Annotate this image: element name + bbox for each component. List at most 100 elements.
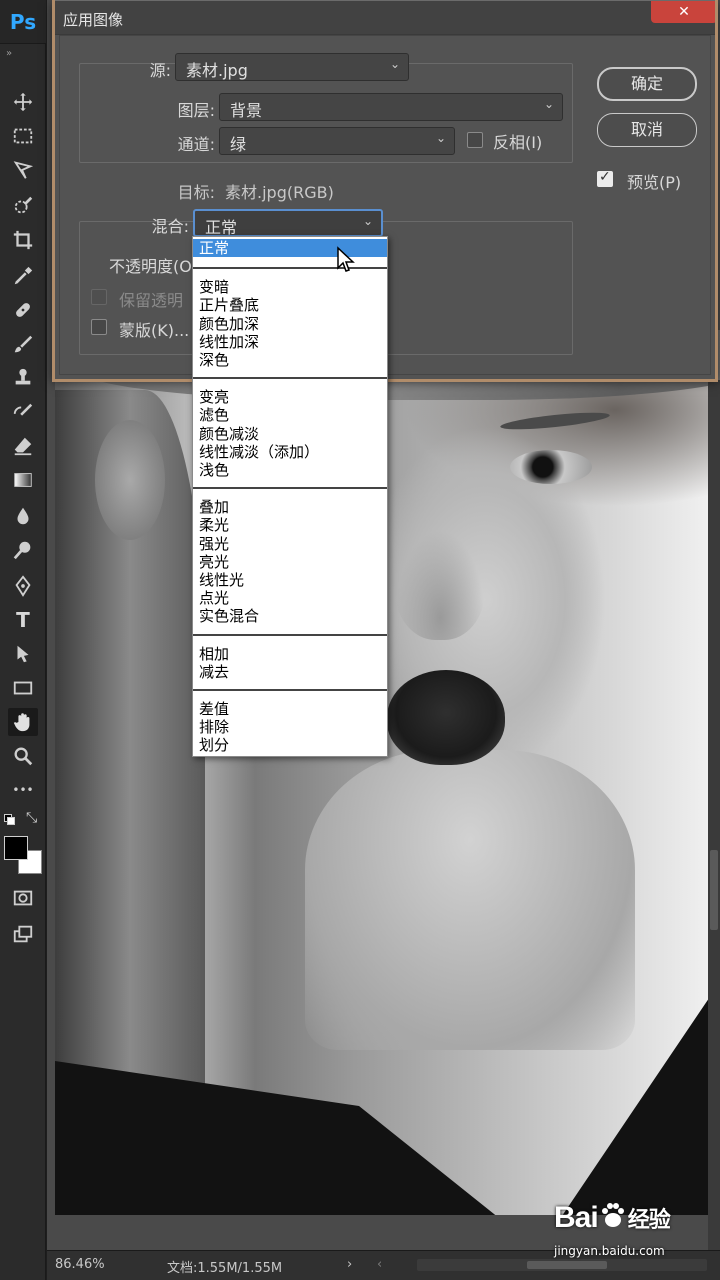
clone-stamp-tool-icon[interactable] — [8, 364, 38, 392]
invert-checkbox[interactable] — [467, 132, 483, 148]
healing-brush-tool-icon[interactable] — [8, 296, 38, 324]
eraser-tool-icon[interactable] — [8, 432, 38, 460]
blend-mode-option[interactable]: 亮光 — [193, 553, 387, 571]
blend-mode-option[interactable]: 线性加深 — [193, 333, 387, 351]
blend-mode-option[interactable]: 相加 — [193, 645, 387, 663]
pen-tool-icon[interactable] — [8, 572, 38, 600]
blur-tool-icon[interactable] — [8, 502, 38, 530]
chevron-down-icon: ⌄ — [543, 97, 554, 111]
ok-button[interactable]: 确定 — [597, 67, 697, 101]
dropdown-separator — [193, 487, 387, 490]
preview-label[interactable]: 预览(P) — [627, 169, 681, 193]
blend-mode-option[interactable]: 正片叠底 — [193, 296, 387, 314]
path-selection-tool-icon[interactable] — [8, 640, 38, 668]
marquee-tool-icon[interactable] — [8, 122, 38, 150]
more-tools-icon[interactable]: ••• — [8, 776, 38, 804]
dropdown-separator — [193, 377, 387, 380]
channel-value: 绿 — [230, 135, 247, 154]
preserve-transparency-checkbox[interactable] — [91, 289, 107, 305]
blend-mode-option[interactable]: 颜色加深 — [193, 315, 387, 333]
dropdown-separator — [193, 689, 387, 691]
blend-mode-option[interactable]: 柔光 — [193, 516, 387, 534]
dropdown-separator — [193, 267, 387, 270]
blend-mode-option[interactable]: 叠加 — [193, 498, 387, 516]
eyebrow-shape — [499, 409, 611, 433]
layer-select[interactable]: 背景 ⌄ — [219, 93, 563, 121]
chevron-down-icon: ⌄ — [362, 214, 373, 228]
blending-label: 混合: — [151, 217, 189, 236]
blend-mode-option[interactable]: 深色 — [193, 351, 387, 369]
baidu-watermark: Bai 经验 jingyan.baidu.com — [554, 1200, 720, 1270]
close-icon: ✕ — [678, 4, 690, 20]
status-menu-arrow-icon[interactable]: › — [347, 1257, 352, 1272]
zoom-level[interactable]: 86.46% — [55, 1257, 105, 1272]
neck-shape — [305, 750, 635, 1050]
watermark-logo: Bai 经验 — [554, 1200, 671, 1235]
move-tool-icon[interactable] — [8, 88, 38, 116]
collapse-panel-icon[interactable]: » — [6, 48, 12, 59]
blending-select[interactable]: 正常 ⌄ — [193, 209, 383, 237]
vertical-scroll-thumb[interactable] — [710, 850, 718, 930]
opacity-label: 不透明度(O — [109, 257, 192, 276]
quick-select-tool-icon[interactable] — [8, 192, 38, 220]
photoshop-logo: Ps — [0, 0, 46, 44]
source-value: 素材.jpg — [186, 61, 248, 80]
blend-mode-option[interactable]: 强光 — [193, 535, 387, 553]
rectangle-tool-icon[interactable] — [8, 674, 38, 702]
blend-mode-dropdown[interactable]: 正常变暗 正片叠底 颜色加深 线性加深 深色变亮 滤色 颜色减淡 线性减淡（添加） 浅色叠加 柔光… — [192, 236, 388, 757]
channel-select[interactable]: 绿 ⌄ — [219, 127, 455, 155]
tools-panel: Ps » T ••• ⤡ — [0, 0, 46, 1280]
blend-mode-option[interactable]: 正常 — [193, 239, 387, 257]
watermark-logo-right: 经验 — [627, 1207, 671, 1232]
blend-mode-option[interactable]: 浅色 — [193, 461, 387, 479]
scroll-left-icon[interactable]: ‹ — [377, 1257, 382, 1272]
crop-tool-icon[interactable] — [8, 226, 38, 254]
blend-mode-option[interactable]: 实色混合 — [193, 607, 387, 625]
blending-value: 正常 — [205, 218, 238, 237]
blend-mode-option[interactable]: 点光 — [193, 589, 387, 607]
foreground-color-swatch[interactable] — [4, 836, 28, 860]
preview-checkbox[interactable] — [597, 169, 613, 187]
lips-shape — [387, 670, 505, 765]
blend-mode-option[interactable]: 减去 — [193, 663, 387, 681]
close-button[interactable]: ✕ — [651, 1, 717, 23]
mask-label[interactable]: 蒙版(K)... — [119, 317, 189, 341]
target-label: 目标: — [177, 183, 215, 202]
blend-mode-option[interactable]: 划分 — [193, 736, 387, 754]
paw-icon — [601, 1203, 624, 1227]
target-value: 素材.jpg(RGB) — [225, 183, 334, 202]
ear-shape — [95, 420, 165, 540]
default-colors-icon[interactable] — [4, 814, 16, 826]
nose-shape — [395, 530, 485, 640]
mouse-cursor-icon — [337, 246, 355, 272]
type-tool-icon[interactable]: T — [8, 606, 38, 634]
blend-mode-option[interactable]: 变亮 — [193, 388, 387, 406]
cancel-button[interactable]: 取消 — [597, 113, 697, 147]
zoom-tool-icon[interactable] — [8, 742, 38, 770]
blend-mode-option[interactable]: 滤色 — [193, 406, 387, 424]
eyedropper-tool-icon[interactable] — [8, 262, 38, 290]
quick-mask-icon[interactable] — [8, 884, 38, 912]
source-select[interactable]: 素材.jpg ⌄ — [175, 53, 409, 81]
blend-mode-option[interactable]: 线性光 — [193, 571, 387, 589]
dodge-tool-icon[interactable] — [8, 536, 38, 564]
mask-checkbox[interactable] — [91, 319, 107, 335]
blend-mode-option[interactable]: 排除 — [193, 718, 387, 736]
blend-mode-option[interactable]: 变暗 — [193, 278, 387, 296]
invert-label[interactable]: 反相(I) — [493, 129, 542, 153]
dialog-titlebar[interactable]: 应用图像 ✕ — [53, 1, 717, 35]
swap-colors-icon[interactable]: ⤡ — [26, 810, 37, 826]
lasso-tool-icon[interactable] — [8, 156, 38, 184]
hand-tool-icon[interactable] — [8, 708, 38, 736]
screen-mode-icon[interactable] — [8, 920, 38, 948]
blend-mode-option[interactable]: 线性减淡（添加） — [193, 443, 387, 461]
blend-mode-option[interactable]: 颜色减淡 — [193, 425, 387, 443]
blend-mode-option[interactable]: 差值 — [193, 700, 387, 718]
dropdown-separator — [193, 633, 387, 636]
dialog-title: 应用图像 — [63, 11, 124, 29]
brush-tool-icon[interactable] — [8, 330, 38, 358]
vertical-scrollbar[interactable] — [708, 380, 720, 1250]
history-brush-tool-icon[interactable] — [8, 398, 38, 426]
gradient-tool-icon[interactable] — [8, 466, 38, 494]
layer-label: 图层: — [177, 101, 215, 120]
